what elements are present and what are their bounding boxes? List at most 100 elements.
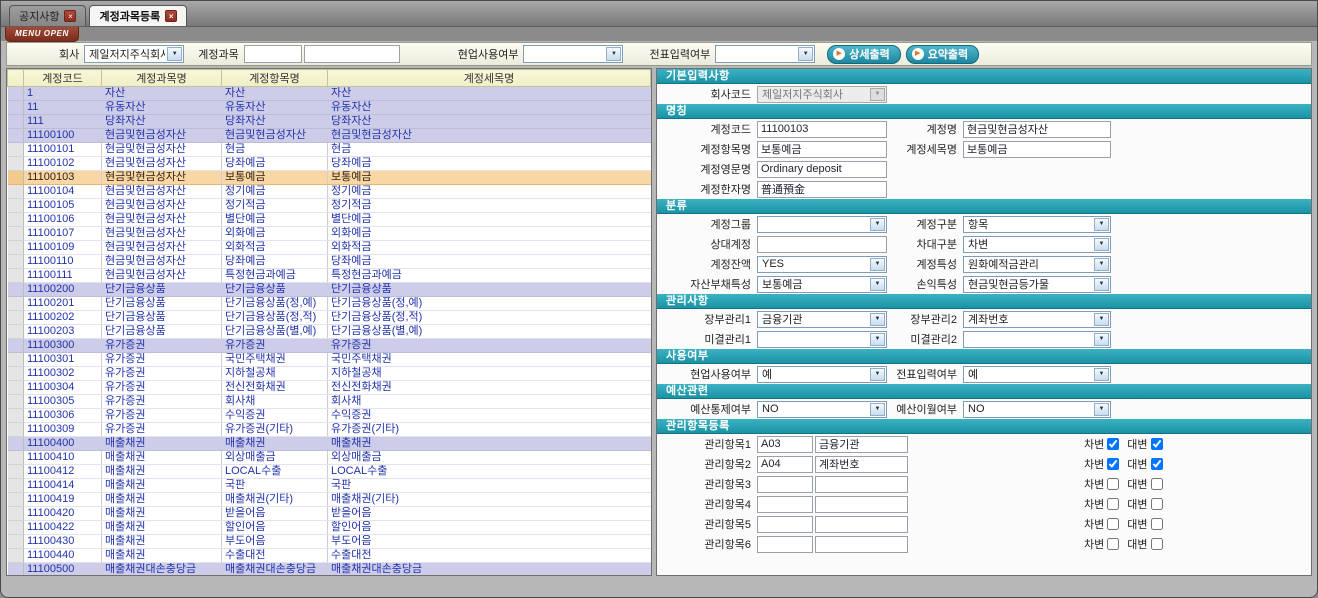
table-row[interactable]: 11100419매출채권매출채권(기타)매출채권(기타)	[8, 493, 651, 507]
table-row[interactable]: 11100203단기금융상품단기금융상품(별,예)단기금융상품(별,예)	[8, 325, 651, 339]
cell-item[interactable]: 단기금융상품(정,적)	[222, 311, 328, 325]
mgmt-name-input[interactable]	[815, 516, 908, 533]
cell-detail[interactable]: 외화적금	[328, 241, 651, 255]
row-gutter[interactable]	[8, 535, 24, 549]
row-gutter[interactable]	[8, 325, 24, 339]
cell-name[interactable]: 매출채권	[102, 493, 222, 507]
account-code-input[interactable]	[244, 45, 302, 63]
chevron-down-icon[interactable]: ▼	[1094, 278, 1109, 291]
cell-code[interactable]: 11100200	[24, 283, 102, 297]
cell-item[interactable]: LOCAL수출	[222, 465, 328, 479]
chevron-down-icon[interactable]: ▼	[870, 258, 885, 271]
chevron-down-icon[interactable]: ▼	[870, 368, 885, 381]
cell-code[interactable]: 11100100	[24, 129, 102, 143]
cell-name[interactable]: 현금및현금성자산	[102, 157, 222, 171]
cell-item[interactable]: 당좌예금	[222, 157, 328, 171]
cell-name[interactable]: 매출채권	[102, 479, 222, 493]
cell-detail[interactable]: 국판	[328, 479, 651, 493]
table-row[interactable]: 11100100현금및현금성자산현금및현금성자산현금및현금성자산	[8, 129, 651, 143]
table-row[interactable]: 11100412매출채권LOCAL수출LOCAL수출	[8, 465, 651, 479]
cell-name[interactable]: 매출채권대손충당금	[102, 563, 222, 577]
table-row[interactable]: 11100301유가증권국민주택채권국민주택채권	[8, 353, 651, 367]
cell-item[interactable]: 현금	[222, 143, 328, 157]
row-gutter[interactable]	[8, 143, 24, 157]
row-gutter[interactable]	[8, 409, 24, 423]
cell-name[interactable]: 매출채권	[102, 521, 222, 535]
cell-item[interactable]: 정기적금	[222, 199, 328, 213]
panel-select[interactable]: 차변▼	[963, 236, 1111, 253]
cell-item[interactable]: 당좌예금	[222, 255, 328, 269]
cell-name[interactable]: 단기금융상품	[102, 311, 222, 325]
cell-detail[interactable]: 당좌예금	[328, 255, 651, 269]
cell-item[interactable]: 유동자산	[222, 101, 328, 115]
cell-name[interactable]: 현금및현금성자산	[102, 199, 222, 213]
cell-code[interactable]: 11100410	[24, 451, 102, 465]
cell-name[interactable]: 매출채권	[102, 507, 222, 521]
cell-name[interactable]: 현금및현금성자산	[102, 213, 222, 227]
cell-code[interactable]: 11100111	[24, 269, 102, 283]
cell-item[interactable]: 할인어음	[222, 521, 328, 535]
cell-item[interactable]: 단기금융상품	[222, 283, 328, 297]
chevron-down-icon[interactable]: ▼	[1094, 218, 1109, 231]
cell-detail[interactable]: 단기금융상품(정,적)	[328, 311, 651, 325]
cell-code[interactable]: 11100300	[24, 339, 102, 353]
cell-name[interactable]: 매출채권	[102, 437, 222, 451]
cell-code[interactable]: 1	[24, 87, 102, 101]
table-row[interactable]: 1자산자산자산	[8, 87, 651, 101]
chevron-down-icon[interactable]: ▼	[870, 218, 885, 231]
cell-code[interactable]: 11100440	[24, 549, 102, 563]
cell-name[interactable]: 매출채권	[102, 549, 222, 563]
row-gutter[interactable]	[8, 437, 24, 451]
panel-select[interactable]: 보통예금▼	[757, 276, 887, 293]
debit-checkbox[interactable]	[1107, 498, 1119, 510]
mgmt-name-input[interactable]	[815, 436, 908, 453]
cell-code[interactable]: 11100107	[24, 227, 102, 241]
cell-detail[interactable]: 특정현금과예금	[328, 269, 651, 283]
panel-select[interactable]: ▼	[757, 216, 887, 233]
table-row[interactable]: 11100306유가증권수익증권수익증권	[8, 409, 651, 423]
cell-item[interactable]: 회사채	[222, 395, 328, 409]
cell-name[interactable]: 유가증권	[102, 353, 222, 367]
cell-code[interactable]: 11100302	[24, 367, 102, 381]
cell-detail[interactable]: 할인어음	[328, 521, 651, 535]
mgmt-name-input[interactable]	[815, 496, 908, 513]
cell-code[interactable]: 11100105	[24, 199, 102, 213]
row-gutter[interactable]	[8, 269, 24, 283]
row-gutter[interactable]	[8, 465, 24, 479]
slip-input-select[interactable]: ▼	[715, 45, 815, 63]
cell-name[interactable]: 유가증권	[102, 409, 222, 423]
cell-item[interactable]: 당좌자산	[222, 115, 328, 129]
cell-name[interactable]: 당좌자산	[102, 115, 222, 129]
mgmt-code-input[interactable]	[757, 536, 813, 553]
cell-name[interactable]: 유가증권	[102, 367, 222, 381]
table-row[interactable]: 11100202단기금융상품단기금융상품(정,적)단기금융상품(정,적)	[8, 311, 651, 325]
cell-detail[interactable]: 별단예금	[328, 213, 651, 227]
tab-account-registration[interactable]: 계정과목등록 ×	[89, 5, 187, 26]
cell-code[interactable]: 11100109	[24, 241, 102, 255]
cell-detail[interactable]: 단기금융상품(정,예)	[328, 297, 651, 311]
cell-code[interactable]: 11100420	[24, 507, 102, 521]
row-gutter[interactable]	[8, 199, 24, 213]
mgmt-code-input[interactable]	[757, 476, 813, 493]
cell-detail[interactable]: 외화예금	[328, 227, 651, 241]
cell-detail[interactable]: 유가증권(기타)	[328, 423, 651, 437]
cell-item[interactable]: 매출채권	[222, 437, 328, 451]
panel-select[interactable]: YES▼	[757, 256, 887, 273]
cell-detail[interactable]: 국민주택채권	[328, 353, 651, 367]
credit-checkbox[interactable]	[1151, 478, 1163, 490]
credit-checkbox[interactable]	[1151, 538, 1163, 550]
cell-name[interactable]: 현금및현금성자산	[102, 185, 222, 199]
table-row[interactable]: 11100302유가증권지하철공채지하철공채	[8, 367, 651, 381]
chevron-down-icon[interactable]: ▼	[1094, 238, 1109, 251]
cell-item[interactable]: 전신전화채권	[222, 381, 328, 395]
row-gutter[interactable]	[8, 157, 24, 171]
credit-checkbox[interactable]	[1151, 438, 1163, 450]
tab-close-icon[interactable]: ×	[64, 10, 76, 22]
panel-input[interactable]	[757, 236, 887, 253]
cell-detail[interactable]: 회사채	[328, 395, 651, 409]
table-row[interactable]: 11100422매출채권할인어음할인어음	[8, 521, 651, 535]
cell-detail[interactable]: 정기예금	[328, 185, 651, 199]
row-gutter[interactable]	[8, 171, 24, 185]
table-row[interactable]: 11100410매출채권외상매출금외상매출금	[8, 451, 651, 465]
cell-item[interactable]: 정기예금	[222, 185, 328, 199]
